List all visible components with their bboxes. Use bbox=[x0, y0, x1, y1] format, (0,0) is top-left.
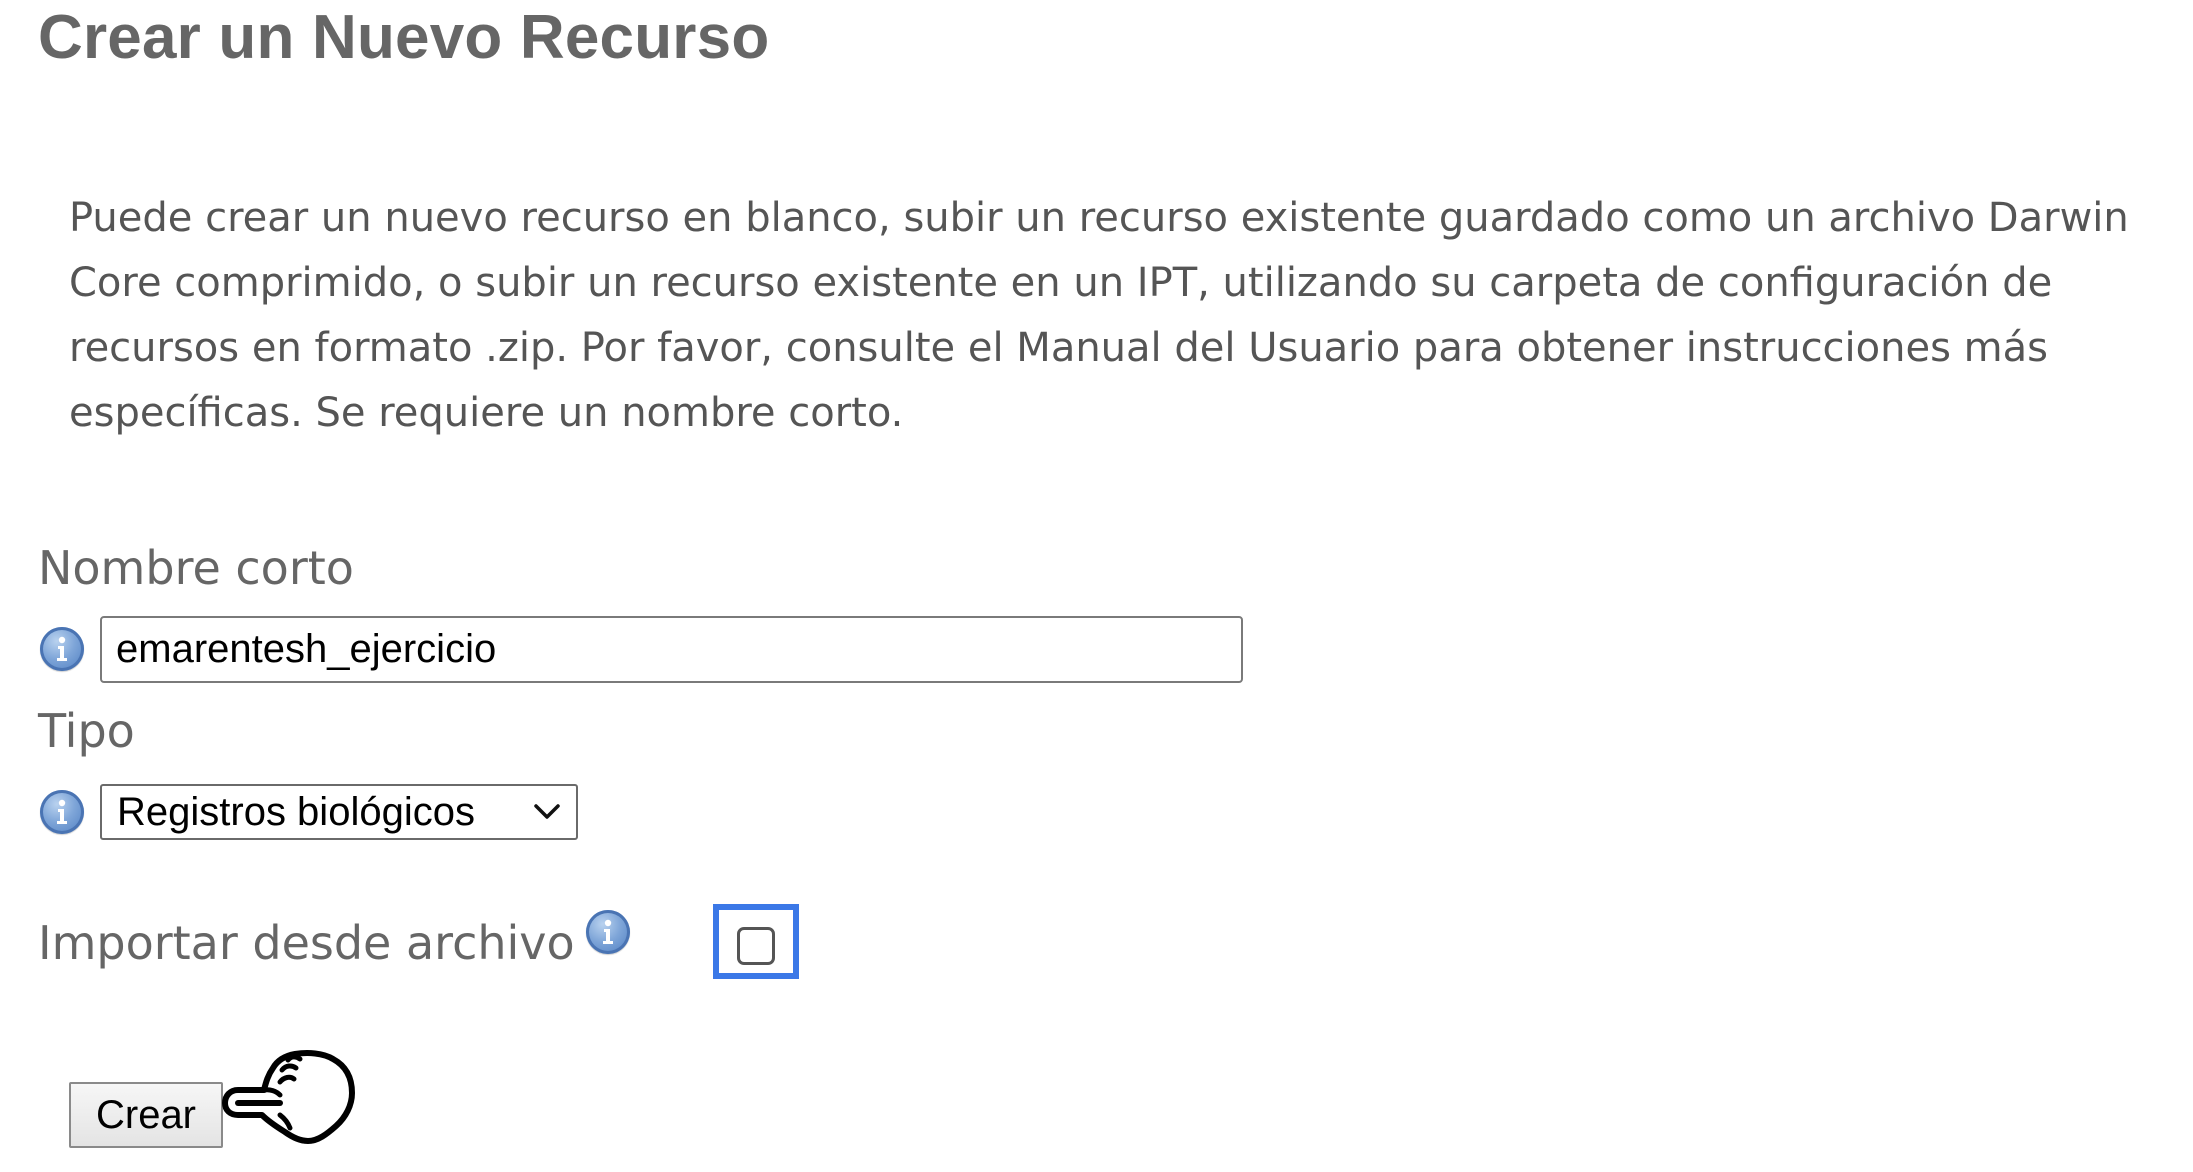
pointing-hand-icon bbox=[222, 1050, 355, 1144]
import-checkbox-focus-ring[interactable] bbox=[713, 904, 799, 979]
type-select-value: Registros biológicos bbox=[117, 790, 475, 834]
type-info-icon[interactable] bbox=[40, 790, 84, 834]
page-title: Crear un Nuevo Recurso bbox=[38, 3, 770, 72]
crear-button[interactable]: Crear bbox=[69, 1082, 223, 1148]
info-glyph bbox=[603, 919, 613, 944]
import-checkbox[interactable] bbox=[737, 927, 775, 965]
info-glyph bbox=[57, 799, 67, 824]
shortname-info-icon[interactable] bbox=[40, 627, 84, 671]
shortname-label: Nombre corto bbox=[38, 541, 354, 595]
import-info-icon[interactable] bbox=[586, 910, 630, 954]
shortname-input[interactable] bbox=[100, 616, 1243, 683]
intro-text: Puede crear un nuevo recurso en blanco, … bbox=[69, 195, 2129, 436]
chevron-down-icon bbox=[534, 804, 560, 819]
type-label: Tipo bbox=[38, 704, 135, 758]
info-glyph bbox=[57, 636, 67, 661]
import-label: Importar desde archivo bbox=[38, 916, 575, 970]
type-select[interactable]: Registros biológicos bbox=[100, 784, 578, 840]
